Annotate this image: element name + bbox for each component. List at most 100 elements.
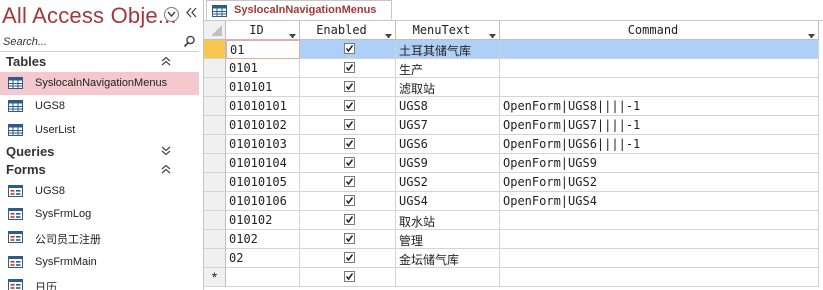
table-row[interactable]: 01010103 UGS6 OpenForm|UGS6||||-1 (204, 135, 823, 154)
search-icon[interactable] (183, 35, 196, 53)
enabled-checkbox[interactable] (344, 252, 355, 263)
record-selector[interactable] (204, 230, 226, 249)
menutext-cell[interactable]: UGS9 (396, 154, 500, 173)
enabled-cell[interactable] (300, 116, 396, 135)
group-header-tables[interactable]: Tables (0, 53, 199, 71)
id-cell[interactable]: 0101 (226, 59, 300, 78)
command-cell[interactable] (500, 230, 819, 249)
command-cell[interactable] (500, 78, 819, 97)
table-row[interactable]: 01010104 UGS9 OpenForm|UGS9 (204, 154, 823, 173)
enabled-checkbox[interactable] (344, 195, 355, 206)
enabled-cell[interactable] (300, 97, 396, 116)
record-selector[interactable] (204, 192, 226, 211)
record-selector[interactable] (204, 78, 226, 97)
menutext-cell[interactable]: UGS8 (396, 97, 500, 116)
command-cell[interactable] (500, 59, 819, 78)
enabled-checkbox[interactable] (344, 214, 355, 225)
enabled-cell[interactable] (300, 40, 396, 59)
record-selector[interactable] (204, 135, 226, 154)
record-selector[interactable] (204, 97, 226, 116)
table-row[interactable]: 010101 滤取站 (204, 78, 823, 97)
record-selector[interactable] (204, 173, 226, 192)
command-cell[interactable]: OpenForm|UGS7||||-1 (500, 116, 819, 135)
nav-item-form[interactable]: SysFrmLog (0, 203, 199, 226)
enabled-checkbox[interactable] (344, 100, 355, 111)
nav-item-form[interactable]: SysFrmMain (0, 251, 199, 274)
table-row[interactable]: 01 土耳其储气库 (204, 40, 823, 59)
enabled-checkbox[interactable] (344, 157, 355, 168)
id-cell[interactable]: 0102 (226, 230, 300, 249)
search-input[interactable] (1, 33, 181, 50)
command-cell[interactable] (500, 40, 819, 59)
column-header-enabled[interactable]: Enabled (300, 21, 396, 40)
id-cell[interactable]: 01010102 (226, 116, 300, 135)
enabled-cell[interactable] (300, 249, 396, 268)
enabled-cell[interactable] (300, 192, 396, 211)
select-all-corner[interactable] (204, 21, 226, 40)
id-cell[interactable]: 01010104 (226, 154, 300, 173)
table-row[interactable]: 01010105 UGS2 OpenForm|UGS2 (204, 173, 823, 192)
menutext-cell[interactable]: UGS4 (396, 192, 500, 211)
command-cell[interactable] (500, 268, 819, 287)
id-cell[interactable]: 010101 (226, 78, 300, 97)
table-row[interactable]: 01010106 UGS4 OpenForm|UGS4 (204, 192, 823, 211)
group-header-forms[interactable]: Forms (0, 161, 199, 179)
id-cell[interactable]: 01010105 (226, 173, 300, 192)
id-cell[interactable]: 01010103 (226, 135, 300, 154)
enabled-cell[interactable] (300, 154, 396, 173)
table-row[interactable]: 01010102 UGS7 OpenForm|UGS7||||-1 (204, 116, 823, 135)
command-cell[interactable]: OpenForm|UGS8||||-1 (500, 97, 819, 116)
enabled-checkbox[interactable] (344, 138, 355, 149)
enabled-checkbox[interactable] (344, 62, 355, 73)
enabled-checkbox[interactable] (344, 81, 355, 92)
group-header-queries[interactable]: Queries (0, 143, 199, 161)
menutext-cell[interactable]: UGS6 (396, 135, 500, 154)
record-selector[interactable] (204, 154, 226, 173)
menutext-cell[interactable]: 金坛储气库 (396, 249, 500, 268)
id-cell[interactable]: 010102 (226, 211, 300, 230)
nav-item-form[interactable]: 日历 (0, 274, 199, 290)
nav-title[interactable]: All Access Obje... (2, 3, 177, 29)
command-cell[interactable]: OpenForm|UGS6||||-1 (500, 135, 819, 154)
table-row[interactable]: 010102 取水站 (204, 211, 823, 230)
nav-item-table[interactable]: SyslocalnNavigationMenus (0, 72, 199, 95)
nav-item-table[interactable]: UGS8 (0, 95, 199, 118)
id-cell[interactable]: 01010106 (226, 192, 300, 211)
tab-syslocalnnavigationmenus[interactable]: SyslocalnNavigationMenus (206, 0, 392, 20)
enabled-checkbox[interactable] (344, 233, 355, 244)
enabled-cell[interactable] (300, 135, 396, 154)
enabled-cell[interactable] (300, 78, 396, 97)
id-cell[interactable] (226, 268, 300, 287)
record-selector[interactable] (204, 211, 226, 230)
record-selector[interactable] (204, 116, 226, 135)
table-row[interactable]: 02 金坛储气库 (204, 249, 823, 268)
command-cell[interactable] (500, 249, 819, 268)
column-header-menutext[interactable]: MenuText (396, 21, 500, 40)
id-cell[interactable]: 01 (226, 40, 300, 59)
menutext-cell[interactable]: UGS7 (396, 116, 500, 135)
command-cell[interactable]: OpenForm|UGS9 (500, 154, 819, 173)
menutext-cell[interactable]: 管理 (396, 230, 500, 249)
column-header-command[interactable]: Command (500, 21, 819, 40)
enabled-cell[interactable] (300, 59, 396, 78)
command-cell[interactable] (500, 211, 819, 230)
enabled-checkbox[interactable] (344, 176, 355, 187)
new-record-row[interactable]: * (204, 268, 823, 287)
command-cell[interactable]: OpenForm|UGS2 (500, 173, 819, 192)
menutext-cell[interactable]: 生产 (396, 59, 500, 78)
nav-item-form[interactable]: 公司员工注册 (0, 226, 199, 249)
id-cell[interactable]: 01010101 (226, 97, 300, 116)
nav-item-table[interactable]: UserList (0, 119, 199, 142)
nav-item-form[interactable]: UGS8 (0, 180, 199, 203)
enabled-checkbox[interactable] (344, 119, 355, 130)
id-cell[interactable]: 02 (226, 249, 300, 268)
menutext-cell[interactable]: 取水站 (396, 211, 500, 230)
collapse-pane-icon[interactable] (186, 6, 197, 21)
enabled-cell[interactable] (300, 230, 396, 249)
table-row[interactable]: 0101 生产 (204, 59, 823, 78)
command-cell[interactable]: OpenForm|UGS4 (500, 192, 819, 211)
record-selector[interactable] (204, 59, 226, 78)
record-selector[interactable]: * (204, 268, 226, 287)
enabled-cell[interactable] (300, 268, 396, 287)
menutext-cell[interactable]: 土耳其储气库 (396, 40, 500, 59)
